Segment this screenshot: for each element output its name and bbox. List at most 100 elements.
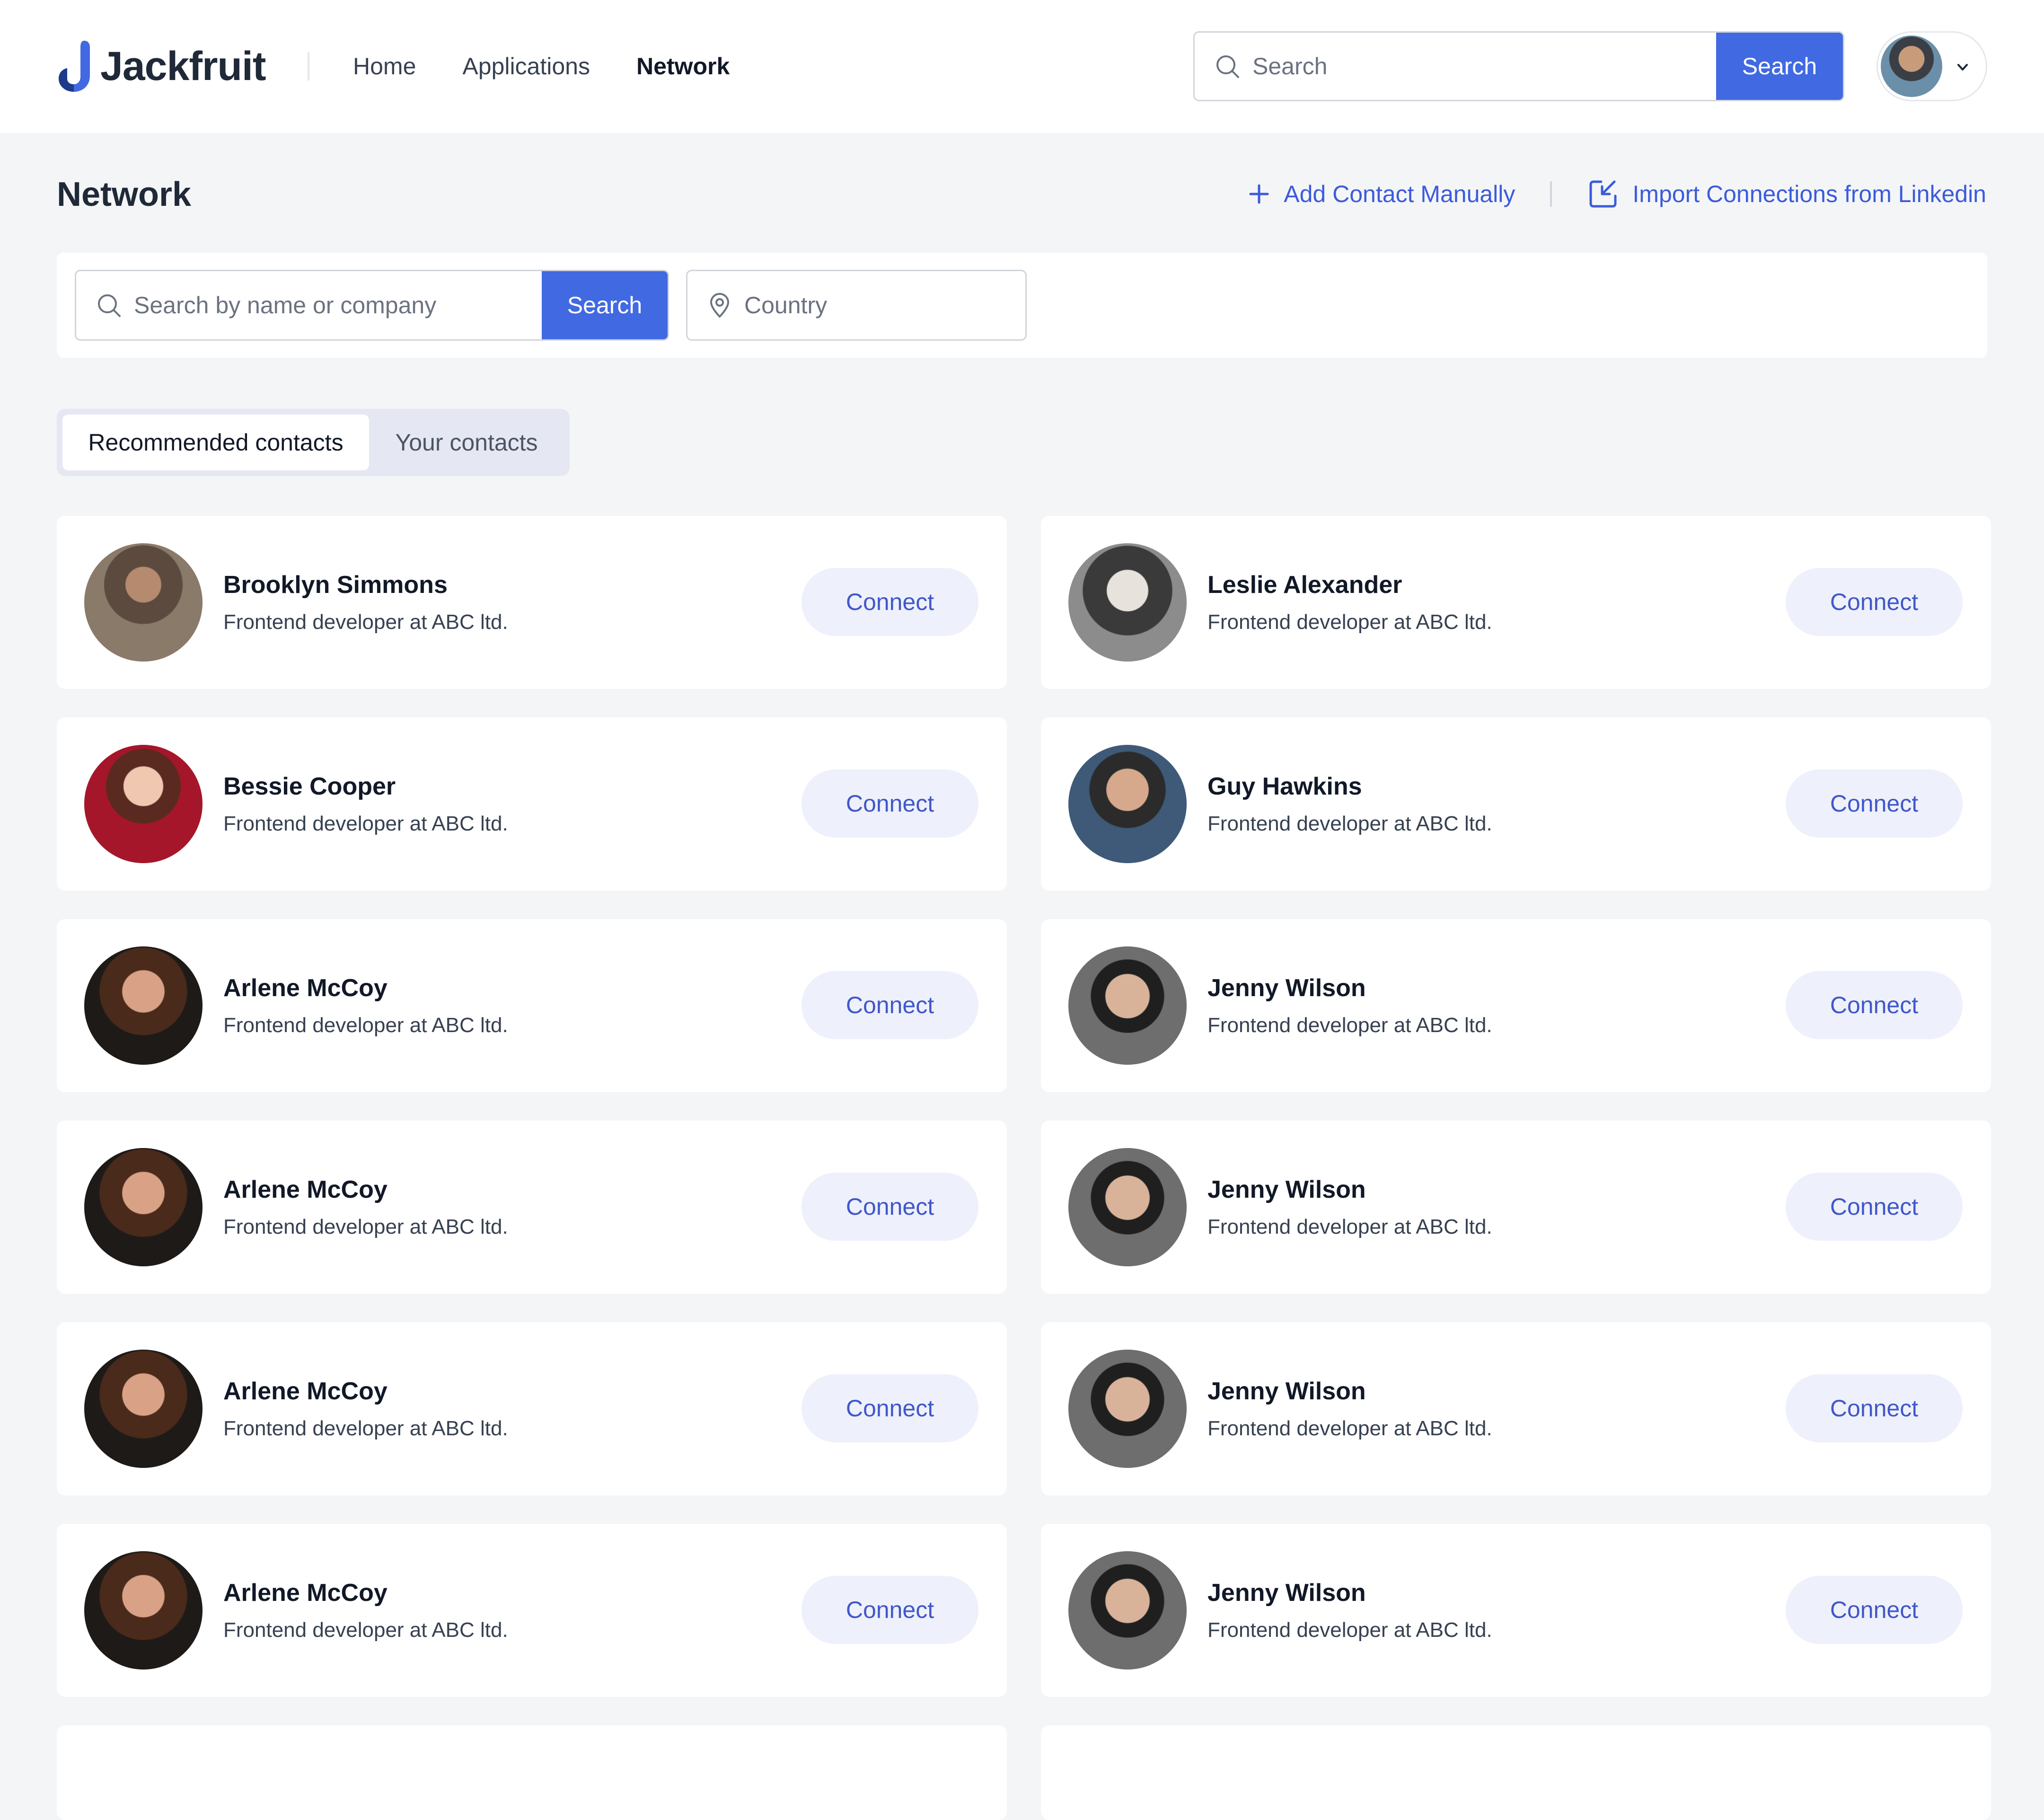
add-contact-label: Add Contact Manually [1284,181,1515,207]
contact-card: Arlene McCoy Frontend developer at ABC l… [57,1121,1007,1294]
jackfruit-logo-icon [59,41,90,92]
global-search-placeholder: Search [1252,53,1328,80]
contact-search-placeholder: Search by name or company [134,292,437,318]
contact-name[interactable]: Jenny Wilson [1207,1175,1366,1204]
contact-search: Search by name or company Search [75,270,669,341]
connect-button[interactable]: Connect [802,1576,978,1644]
contact-avatar [84,1551,203,1670]
user-menu[interactable] [1877,31,1987,101]
connect-button[interactable]: Connect [802,971,978,1039]
contact-name[interactable]: Leslie Alexander [1207,571,1402,599]
connect-button[interactable]: Connect [802,1173,978,1241]
contact-card [1041,1725,1991,1820]
contact-name[interactable]: Bessie Cooper [223,772,396,801]
contact-search-button[interactable]: Search [542,271,668,339]
brand-name: Jackfruit [100,43,266,89]
contact-avatar [1068,745,1187,863]
contact-role: Frontend developer at ABC ltd. [223,1417,508,1440]
nav-home[interactable]: Home [353,51,416,81]
connect-button[interactable]: Connect [1786,769,1963,838]
brand-logo[interactable]: Jackfruit [55,39,266,94]
contact-avatar [1068,946,1187,1065]
search-icon [1216,55,1239,78]
contact-role: Frontend developer at ABC ltd. [1207,1618,1492,1642]
contact-role: Frontend developer at ABC ltd. [223,1014,508,1037]
contact-name[interactable]: Arlene McCoy [223,1377,388,1405]
contact-avatar [1068,1148,1187,1266]
contact-role: Frontend developer at ABC ltd. [1207,1014,1492,1037]
contact-name[interactable]: Jenny Wilson [1207,1579,1366,1607]
contact-role: Frontend developer at ABC ltd. [223,1618,508,1642]
contact-avatar [84,1350,203,1468]
contact-avatar [1068,1551,1187,1670]
tab-recommended-contacts[interactable]: Recommended contacts [62,415,369,470]
top-bar: Jackfruit Home Applications Network Sear… [0,0,2044,133]
country-input[interactable]: Country [686,270,1027,341]
import-linkedin-label: Import Connections from Linkedin [1632,181,1986,207]
add-contact-button[interactable]: Add Contact Manually [1248,180,1515,208]
nav-network[interactable]: Network [636,51,730,81]
contact-role: Frontend developer at ABC ltd. [1207,1215,1492,1238]
contact-role: Frontend developer at ABC ltd. [1207,610,1492,634]
contact-name[interactable]: Arlene McCoy [223,974,388,1002]
import-icon [1589,180,1617,208]
main-nav: Home Applications Network [353,51,776,81]
global-search: Search Search [1193,31,1844,101]
contact-name[interactable]: Jenny Wilson [1207,1377,1366,1405]
contact-search-input[interactable]: Search by name or company [76,271,542,339]
contact-role: Frontend developer at ABC ltd. [223,610,508,634]
connect-button[interactable]: Connect [1786,1374,1963,1442]
connect-button[interactable]: Connect [1786,568,1963,636]
plus-icon [1249,184,1269,204]
contact-card: Guy Hawkins Frontend developer at ABC lt… [1041,717,1991,891]
connect-button[interactable]: Connect [1786,1576,1963,1644]
chevron-down-icon [1957,64,1968,71]
filter-bar: Search by name or company Search Country [57,253,1987,358]
contact-card: Jenny Wilson Frontend developer at ABC l… [1041,1524,1991,1697]
contact-name[interactable]: Brooklyn Simmons [223,571,448,599]
header-divider [308,52,309,80]
location-pin-icon [710,292,730,318]
connect-button[interactable]: Connect [1786,1173,1963,1241]
contact-role: Frontend developer at ABC ltd. [1207,812,1492,835]
contact-role: Frontend developer at ABC ltd. [223,812,508,835]
contact-avatar [1068,543,1187,662]
global-search-input[interactable]: Search [1195,33,1716,100]
contact-card [57,1725,1007,1820]
contact-name[interactable]: Jenny Wilson [1207,974,1366,1002]
page-actions: Add Contact Manually Import Connections … [1248,178,1986,210]
contact-card: Bessie Cooper Frontend developer at ABC … [57,717,1007,891]
contact-card: Jenny Wilson Frontend developer at ABC l… [1041,1322,1991,1495]
global-search-button[interactable]: Search [1716,33,1843,100]
contact-card: Arlene McCoy Frontend developer at ABC l… [57,1524,1007,1697]
search-icon [98,294,121,317]
contact-avatar [1068,1350,1187,1468]
contact-card: Arlene McCoy Frontend developer at ABC l… [57,919,1007,1092]
contact-avatar [84,543,203,662]
contact-card: Arlene McCoy Frontend developer at ABC l… [57,1322,1007,1495]
contact-avatar [84,1148,203,1266]
contact-avatar [84,745,203,863]
connect-button[interactable]: Connect [802,1374,978,1442]
contact-avatar [84,946,203,1065]
tab-your-contacts[interactable]: Your contacts [369,415,564,470]
contact-card: Brooklyn Simmons Frontend developer at A… [57,516,1007,689]
import-linkedin-button[interactable]: Import Connections from Linkedin [1587,178,1986,210]
page-title: Network [57,176,192,213]
contact-name[interactable]: Arlene McCoy [223,1579,388,1607]
country-placeholder: Country [744,292,828,318]
user-avatar [1881,35,1942,97]
connect-button[interactable]: Connect [802,769,978,838]
contact-name[interactable]: Arlene McCoy [223,1175,388,1204]
connect-button[interactable]: Connect [1786,971,1963,1039]
contact-name[interactable]: Guy Hawkins [1207,772,1362,801]
contact-tabs: Recommended contacts Your contacts [57,409,570,476]
contact-card: Jenny Wilson Frontend developer at ABC l… [1041,1121,1991,1294]
actions-divider [1550,181,1552,207]
connect-button[interactable]: Connect [802,568,978,636]
contact-role: Frontend developer at ABC ltd. [223,1215,508,1238]
contact-card: Jenny Wilson Frontend developer at ABC l… [1041,919,1991,1092]
contact-card: Leslie Alexander Frontend developer at A… [1041,516,1991,689]
nav-applications[interactable]: Applications [462,51,590,81]
contact-role: Frontend developer at ABC ltd. [1207,1417,1492,1440]
